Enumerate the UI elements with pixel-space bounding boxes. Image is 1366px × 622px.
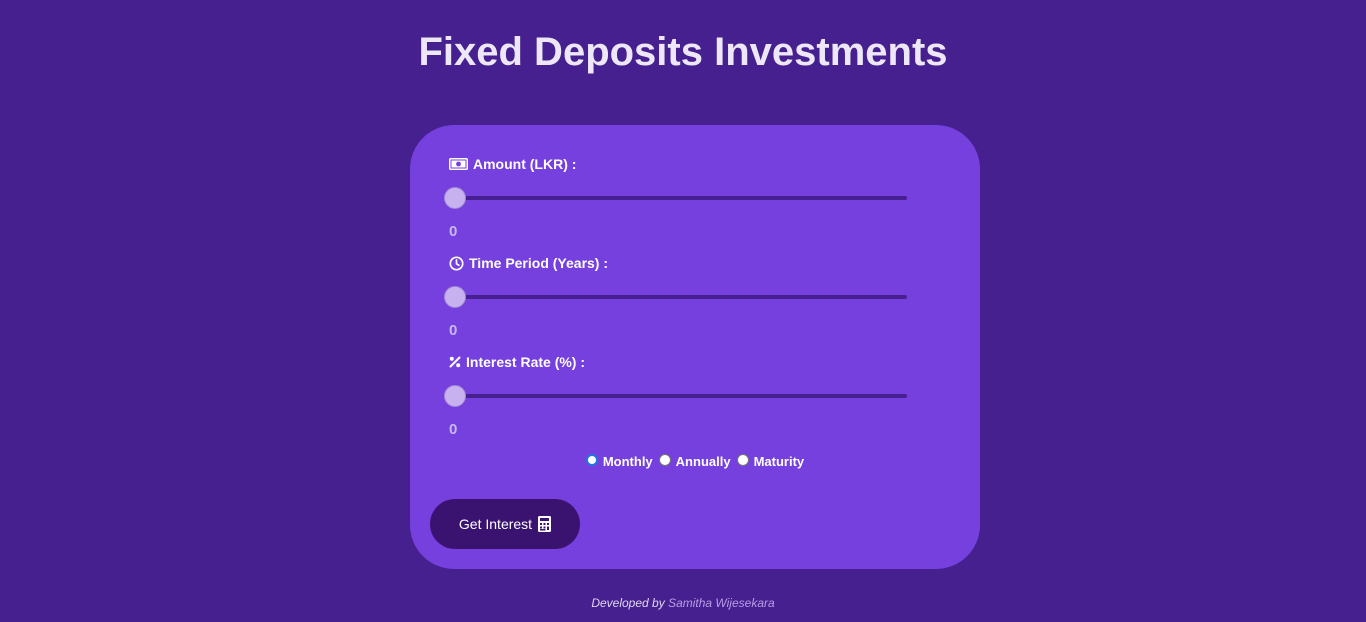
period-slider-thumb[interactable]	[444, 286, 466, 308]
rate-slider-track	[445, 394, 907, 398]
amount-label-text: Amount (LKR) :	[473, 156, 577, 172]
amount-slider-thumb[interactable]	[444, 187, 466, 209]
radio-monthly-label: Monthly	[602, 454, 653, 469]
radio-option-maturity[interactable]: Maturity	[736, 454, 805, 469]
rate-value: 0	[449, 421, 458, 438]
amount-slider[interactable]	[444, 187, 907, 209]
get-interest-label: Get Interest	[458, 516, 533, 532]
fd-calculator-card: Amount (LKR) : 0 Time Period (Years) : 0…	[410, 125, 980, 569]
amount-value: 0	[449, 223, 458, 240]
radio-maturity-label: Maturity	[753, 454, 805, 469]
rate-label-text: Interest Rate (%) :	[466, 354, 586, 370]
rate-slider-thumb[interactable]	[444, 385, 466, 407]
radio-monthly[interactable]	[585, 454, 598, 466]
period-slider[interactable]	[444, 286, 907, 308]
get-interest-button[interactable]: Get Interest	[430, 499, 580, 549]
radio-annually[interactable]	[658, 454, 671, 466]
amount-slider-track	[445, 196, 907, 200]
amount-label: Amount (LKR) :	[449, 155, 576, 173]
period-slider-track	[445, 295, 907, 299]
footer-credit: Developed by Samitha Wijesekara	[0, 596, 1366, 610]
radio-option-monthly[interactable]: Monthly	[585, 454, 653, 469]
footer-author-link[interactable]: Samitha Wijesekara	[668, 596, 775, 610]
page-title: Fixed Deposits Investments	[418, 30, 948, 74]
period-value: 0	[449, 322, 458, 339]
radio-option-annually[interactable]: Annually	[658, 454, 731, 469]
footer-prefix: Developed by	[591, 596, 665, 610]
rate-slider[interactable]	[444, 385, 907, 407]
calculator-icon	[538, 516, 552, 532]
period-label: Time Period (Years) :	[449, 254, 608, 272]
clock-icon	[449, 255, 464, 271]
rate-label: Interest Rate (%) :	[449, 353, 585, 371]
radio-annually-label: Annually	[675, 454, 731, 469]
payout-frequency-group: Monthly Annually Maturity	[410, 454, 980, 469]
percent-icon	[449, 356, 461, 368]
period-label-text: Time Period (Years) :	[469, 255, 609, 271]
money-bill-icon	[449, 158, 468, 170]
radio-maturity[interactable]	[736, 454, 749, 466]
